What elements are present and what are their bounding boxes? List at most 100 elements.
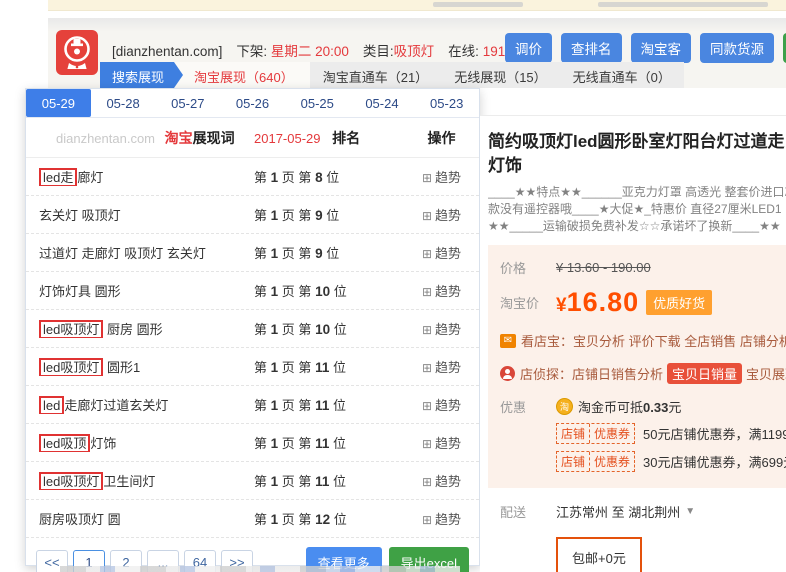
rank-column-header: 2017-05-29 排名 [254,128,404,148]
date-tab-05-27[interactable]: 05-27 [155,89,220,117]
trend-label: 趋势 [435,398,461,413]
discount-label: 优惠 [500,397,556,416]
price-label: 价格 [500,258,556,277]
keyword-cell[interactable]: 过道灯 走廊灯 吸顶灯 玄关灯 [26,243,254,262]
rank-cell: 第 1 页 第 11 位 [254,357,404,376]
keyword-cell[interactable]: led吸顶灯饰 [26,433,254,452]
header-buttons: 调价 查排名 淘宝客 同款货源 监控此店铺 [505,33,786,63]
original-price: ¥ 13.60 - 190.00 [556,260,651,275]
keyword-cell[interactable]: led吸顶灯 厨房 圆形 [26,319,254,338]
trend-plus-icon: ⊞ [422,323,432,337]
trend-link[interactable]: ⊞趋势 [404,509,479,528]
tab-wireless-display[interactable]: 无线展现（15） [441,62,559,88]
date-tab-05-29[interactable]: 05-29 [26,89,91,117]
free-shipping-option[interactable]: 包邮+0元 [556,537,642,572]
keyword-cell[interactable]: led走廊灯过道玄关灯 [26,395,254,414]
tab-taobao-ztc[interactable]: 淘宝直通车（21） [310,62,441,88]
rank-label: 排名 [332,130,360,146]
item-impressions-link[interactable]: 宝贝展现词 [746,364,786,383]
item-daily-sales-badge[interactable]: 宝贝日销量 [667,363,742,384]
kandianbao-row: ✉ 看店宝： 宝贝分析 评价下载 全店销售 店铺分析 [500,331,786,350]
trend-link[interactable]: ⊞趋势 [404,319,479,338]
trend-label: 趋势 [435,284,461,299]
online-count: 191 [483,44,506,59]
trend-label: 趋势 [435,170,461,185]
table-row: led吸顶灯 圆形1 第 1 页 第 11 位 ⊞趋势 [26,348,479,386]
screen: [dianzhentan.com]下架: 星期二 20:00类目:吸顶灯在线: … [0,0,786,572]
trend-link[interactable]: ⊞趋势 [404,471,479,490]
kandianbao-links[interactable]: 宝贝分析 评价下载 全店销售 店铺分析 [573,331,786,350]
keyword-cell[interactable]: 玄关灯 吸顶灯 [26,205,254,224]
trend-link[interactable]: ⊞趋势 [404,167,479,186]
coupon-ticket-icon[interactable]: 店铺优惠券 [556,451,635,472]
trend-plus-icon: ⊞ [422,285,432,299]
coupon-ticket-icon[interactable]: 店铺优惠券 [556,423,635,444]
table-row: 玄关灯 吸顶灯 第 1 页 第 9 位 ⊞趋势 [26,196,479,234]
tab-search-display[interactable]: 搜索展现 [100,62,174,88]
same-source-button[interactable]: 同款货源 [700,33,774,63]
date-tab-05-24[interactable]: 05-24 [350,89,415,117]
detective-icon [60,34,94,72]
trend-plus-icon: ⊞ [422,513,432,527]
check-rank-button[interactable]: 查排名 [561,33,622,63]
shop-daily-sales-link[interactable]: 店铺日销售分析 [572,364,663,383]
trend-link[interactable]: ⊞趋势 [404,205,479,224]
date-tab-05-23[interactable]: 05-23 [414,89,479,117]
category-label: 类目: [363,44,394,59]
product-panel: 简约吸顶灯led圆形卧室灯阳台灯过道走 灯饰 ____★★特点★★______亚… [480,115,786,572]
product-title: 简约吸顶灯led圆形卧室灯阳台灯过道走 灯饰 [488,130,786,178]
detective-badge-icon [500,366,515,381]
shop-info-line: [dianzhentan.com]下架: 星期二 20:00类目:吸顶灯在线: … [112,40,519,60]
trend-plus-icon: ⊞ [422,475,432,489]
trend-link[interactable]: ⊞趋势 [404,357,479,376]
date-tab-05-25[interactable]: 05-25 [285,89,350,117]
shipping-route[interactable]: 江苏常州 至 湖北荆州 [556,502,680,521]
coupon-text: 50元店铺优惠券，满1199元 [643,424,786,443]
keyword-cell[interactable]: led吸顶灯卫生间灯 [26,471,254,490]
trend-link[interactable]: ⊞趋势 [404,395,479,414]
date-tab-05-28[interactable]: 05-28 [91,89,156,117]
envelope-icon: ✉ [500,334,516,348]
taobaoke-button[interactable]: 淘宝客 [631,33,692,63]
rank-panel: 05-29 05-28 05-27 05-26 05-25 05-24 05-2… [25,88,480,566]
trend-link[interactable]: ⊞趋势 [404,433,479,452]
dianzhentan-label: 店侦探： [520,364,572,383]
keyword-cell[interactable]: led吸顶灯 圆形1 [26,357,254,376]
kandianbao-label: 看店宝： [521,331,573,350]
coupon-row: 店铺优惠券 30元店铺优惠券，满699元 [500,451,786,472]
trend-plus-icon: ⊞ [422,399,432,413]
watermark-text: dianzhentan.com [56,131,155,146]
keyword-highlight: led吸顶灯 [39,358,103,376]
shipping-label: 配送 [500,502,556,521]
trend-plus-icon: ⊞ [422,209,432,223]
tab-taobao-display[interactable]: 淘宝展现（640） [174,62,310,88]
trend-link[interactable]: ⊞趋势 [404,243,479,262]
trend-label: 趋势 [435,208,461,223]
rank-date: 2017-05-29 [254,131,321,146]
rank-cell: 第 1 页 第 10 位 [254,319,404,338]
rank-cell: 第 1 页 第 9 位 [254,205,404,224]
trend-label: 趋势 [435,360,461,375]
keyword-highlight: led吸顶 [39,434,90,452]
keyword-highlight: led吸顶灯 [39,320,103,338]
trend-link[interactable]: ⊞趋势 [404,281,479,300]
keyword-text: 玄关灯 吸顶灯 [39,208,121,223]
dropdown-arrow-icon[interactable]: ▼ [685,506,695,517]
keyword-cell[interactable]: 厨房吸顶灯 圆 [26,509,254,528]
adjust-price-button[interactable]: 调价 [505,33,552,63]
tab-wireless-ztc[interactable]: 无线直通车（0） [560,62,684,88]
coin-discount-text: 淘金币可抵0.33元 [578,397,681,416]
keyword-text: 厨房吸顶灯 圆 [39,512,121,527]
keyword-text: 灯饰灯具 圆形 [39,284,121,299]
date-tab-05-26[interactable]: 05-26 [220,89,285,117]
blurred-text-decoration [433,2,523,7]
category-value: 吸顶灯 [394,44,435,59]
table-row: 厨房吸顶灯 圆 第 1 页 第 12 位 ⊞趋势 [26,500,479,538]
date-tabs: 05-29 05-28 05-27 05-26 05-25 05-24 05-2… [26,89,479,118]
browser-top-strip [48,0,786,11]
keyword-cell[interactable]: 灯饰灯具 圆形 [26,281,254,300]
keyword-cell[interactable]: led走廊灯 [26,167,254,186]
offshelf-label: 下架: [236,44,267,59]
inactive-tabs: 淘宝直通车（21） 无线展现（15） 无线直通车（0） [310,62,684,88]
keyword-column-header: dianzhentan.com 淘宝展现词 [26,128,254,148]
